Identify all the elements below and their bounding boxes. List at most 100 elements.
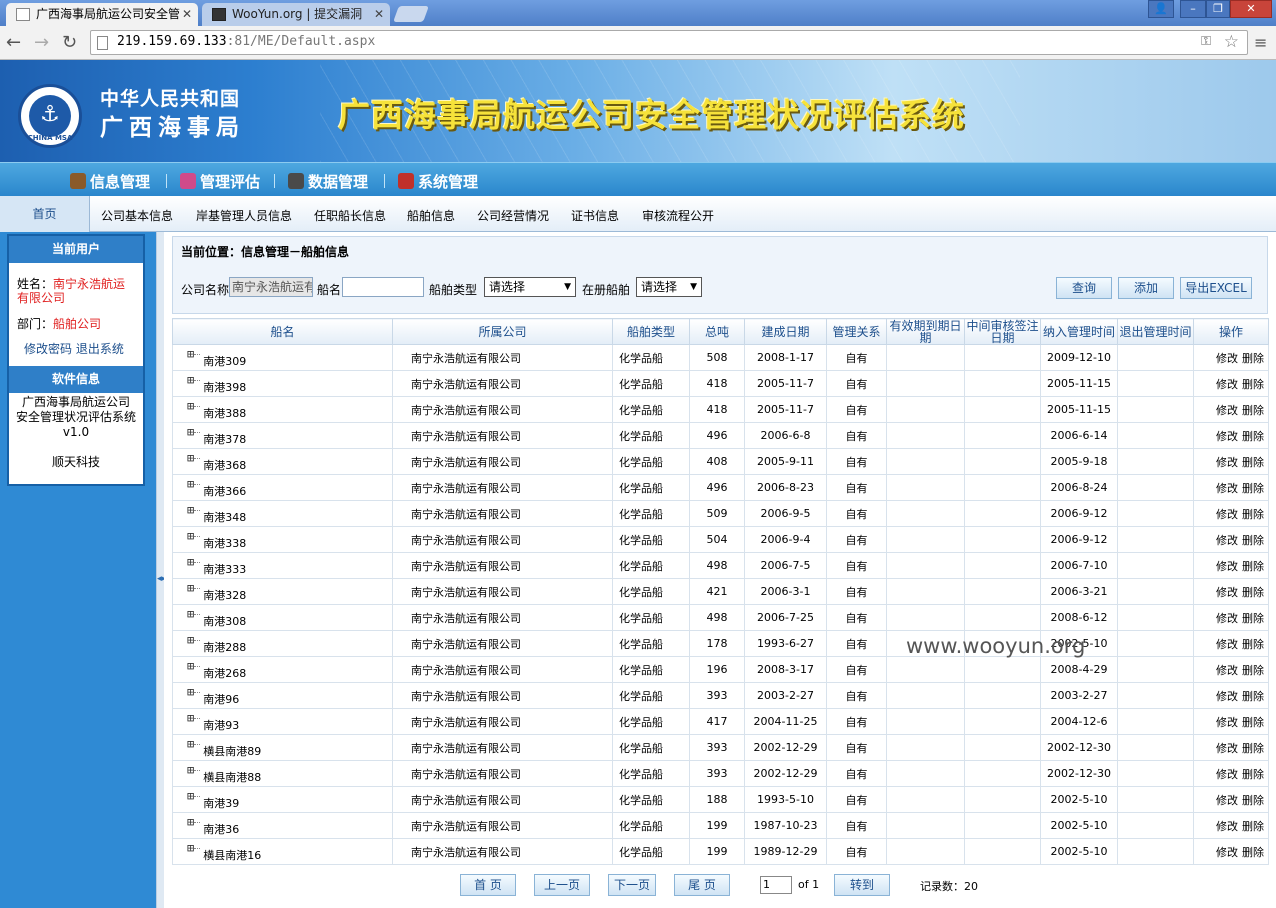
delete-link[interactable]: 删除 [1242,716,1264,729]
maximize-button[interactable]: ❐ [1206,0,1230,18]
expand-plus-icon[interactable]: ⊞ [187,399,194,413]
col-ship-type[interactable]: 船舶类型 [612,318,690,345]
user-profile-icon[interactable]: 👤 [1148,0,1174,18]
change-password-link[interactable]: 修改密码 [24,342,72,356]
delete-link[interactable]: 删除 [1242,378,1264,391]
goto-button[interactable]: 转到 [834,874,890,896]
col-tonnage[interactable]: 总吨 [689,318,745,345]
delete-link[interactable]: 删除 [1242,846,1264,859]
minimize-button[interactable]: – [1180,0,1206,18]
tab-certificates[interactable]: 证书信息 [571,207,619,224]
delete-link[interactable]: 删除 [1242,482,1264,495]
col-out-date[interactable]: 退出管理时间 [1117,318,1194,345]
edit-link[interactable]: 修改 [1216,456,1238,469]
delete-link[interactable]: 删除 [1242,430,1264,443]
expand-plus-icon[interactable]: ⊞ [187,711,194,725]
delete-link[interactable]: 删除 [1242,534,1264,547]
col-in-date[interactable]: 纳入管理时间 [1040,318,1118,345]
edit-link[interactable]: 修改 [1216,404,1238,417]
expand-plus-icon[interactable]: ⊞ [187,581,194,595]
bookmark-star-icon[interactable]: ☆ [1224,32,1239,52]
edit-link[interactable]: 修改 [1216,482,1238,495]
edit-link[interactable]: 修改 [1216,560,1238,573]
expand-plus-icon[interactable]: ⊞ [187,685,194,699]
col-ship-name[interactable]: 船名 [172,318,393,345]
ship-type-select[interactable]: 请选择 ▼ [484,277,576,297]
registered-select[interactable]: 请选择 ▼ [636,277,702,297]
company-field[interactable]: 南宁永浩航运有 [229,277,313,297]
expand-plus-icon[interactable]: ⊞ [187,789,194,803]
main-menu-system[interactable]: 系统管理 [398,171,478,192]
reload-icon[interactable]: ↻ [62,32,77,53]
main-menu-info[interactable]: 信息管理 [70,171,150,192]
expand-plus-icon[interactable]: ⊞ [187,373,194,387]
col-company[interactable]: 所属公司 [392,318,613,345]
edit-link[interactable]: 修改 [1216,378,1238,391]
edit-link[interactable]: 修改 [1216,612,1238,625]
delete-link[interactable]: 删除 [1242,612,1264,625]
address-bar[interactable]: 219.159.69.133:81/ME/Default.aspx ⚿ ☆ [90,30,1248,55]
edit-link[interactable]: 修改 [1216,508,1238,521]
query-button[interactable]: 查询 [1056,277,1112,299]
tab-captains[interactable]: 任职船长信息 [314,207,386,224]
expand-plus-icon[interactable]: ⊞ [187,451,194,465]
edit-link[interactable]: 修改 [1216,690,1238,703]
expand-plus-icon[interactable]: ⊞ [187,503,194,517]
col-relation[interactable]: 管理关系 [826,318,887,345]
delete-link[interactable]: 删除 [1242,768,1264,781]
col-audit-date[interactable]: 中间审核签注日期 [964,318,1041,345]
browser-tab-wooyun[interactable]: WooYun.org | 提交漏洞 ✕ [202,3,390,26]
expand-plus-icon[interactable]: ⊞ [187,529,194,543]
edit-link[interactable]: 修改 [1216,534,1238,547]
delete-link[interactable]: 删除 [1242,820,1264,833]
browser-menu-icon[interactable]: ≡ [1254,33,1267,52]
edit-link[interactable]: 修改 [1216,664,1238,677]
delete-link[interactable]: 删除 [1242,664,1264,677]
window-close-button[interactable]: ✕ [1230,0,1272,18]
url-text[interactable]: 219.159.69.133:81/ME/Default.aspx [117,34,375,49]
expand-plus-icon[interactable]: ⊞ [187,425,194,439]
expand-plus-icon[interactable]: ⊞ [187,815,194,829]
expand-plus-icon[interactable]: ⊞ [187,763,194,777]
tab-company-info[interactable]: 公司基本信息 [101,207,173,224]
delete-link[interactable]: 删除 [1242,508,1264,521]
ship-name-input[interactable] [342,277,424,297]
sidebar-splitter[interactable]: ◂▸ [156,232,166,908]
edit-link[interactable]: 修改 [1216,768,1238,781]
new-tab-button[interactable] [393,6,429,22]
expand-plus-icon[interactable]: ⊞ [187,555,194,569]
col-built-date[interactable]: 建成日期 [744,318,827,345]
edit-link[interactable]: 修改 [1216,352,1238,365]
key-icon[interactable]: ⚿ [1201,34,1211,49]
delete-link[interactable]: 删除 [1242,352,1264,365]
edit-link[interactable]: 修改 [1216,794,1238,807]
tab-ship-info[interactable]: 船舶信息 [407,207,455,224]
logout-link[interactable]: 退出系统 [76,342,124,356]
delete-link[interactable]: 删除 [1242,742,1264,755]
expand-plus-icon[interactable]: ⊞ [187,737,194,751]
delete-link[interactable]: 删除 [1242,638,1264,651]
edit-link[interactable]: 修改 [1216,638,1238,651]
edit-link[interactable]: 修改 [1216,430,1238,443]
forward-arrow-icon[interactable]: → [34,32,49,53]
tab-close-icon[interactable]: ✕ [182,3,192,25]
edit-link[interactable]: 修改 [1216,586,1238,599]
edit-link[interactable]: 修改 [1216,846,1238,859]
expand-plus-icon[interactable]: ⊞ [187,607,194,621]
delete-link[interactable]: 删除 [1242,794,1264,807]
expand-plus-icon[interactable]: ⊞ [187,347,194,361]
expand-plus-icon[interactable]: ⊞ [187,477,194,491]
next-page-button[interactable]: 下一页 [608,874,656,896]
edit-link[interactable]: 修改 [1216,820,1238,833]
delete-link[interactable]: 删除 [1242,690,1264,703]
delete-link[interactable]: 删除 [1242,560,1264,573]
delete-link[interactable]: 删除 [1242,404,1264,417]
tab-close-icon[interactable]: ✕ [374,3,384,25]
col-expiry[interactable]: 有效期到期日期 [886,318,965,345]
main-menu-evaluation[interactable]: 管理评估 [180,171,260,192]
page-number-input[interactable]: 1 [760,876,792,894]
prev-page-button[interactable]: 上一页 [534,874,590,896]
edit-link[interactable]: 修改 [1216,716,1238,729]
last-page-button[interactable]: 尾 页 [674,874,730,896]
expand-plus-icon[interactable]: ⊞ [187,659,194,673]
